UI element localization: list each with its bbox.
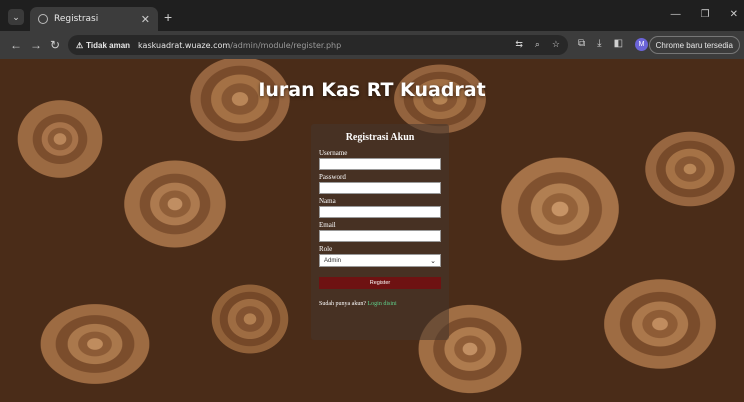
browser-toolbar: ← → ↻ ⚠ Tidak aman kaskuadrat.wuaze.com/a… [0,31,744,59]
nama-input[interactable] [319,206,441,218]
password-label: Password [319,173,346,181]
restore-icon[interactable]: ❐ [701,9,710,20]
minimize-icon[interactable]: — [671,9,681,20]
toolbar-icons: ⧉ ⤓ ◧ M [578,38,649,51]
security-label: Tidak aman [86,40,131,50]
login-prompt-line: Sudah punya akun? Login disini [319,301,441,307]
chrome-update-button[interactable]: Chrome baru tersedia [648,36,740,54]
zoom-icon[interactable]: ⌕ [535,39,540,50]
browser-tab[interactable]: Registrasi ✕ [30,7,158,31]
tab-title: Registrasi [54,14,99,24]
browser-tab-bar: ⌄ Registrasi ✕ + — ❐ ✕ [0,0,744,31]
page-title: Iuran Kas RT Kuadrat [258,79,486,101]
profile-avatar[interactable]: M [635,38,649,51]
email-input[interactable] [319,230,441,242]
password-input[interactable] [319,182,441,194]
extensions-icon[interactable]: ⧉ [578,38,585,51]
warning-icon: ⚠ [76,40,84,50]
tab-search-icon[interactable]: ⌄ [8,9,24,25]
globe-icon [38,14,48,24]
email-label: Email [319,221,336,229]
side-panel-icon[interactable]: ◧ [614,38,623,51]
new-tab-icon[interactable]: + [164,10,172,24]
window-controls: — ❐ ✕ [671,9,738,20]
login-prompt: Sudah punya akun? [319,301,366,307]
close-tab-icon[interactable]: ✕ [141,13,150,26]
role-label: Role [319,245,333,253]
omnibox-icons: ⇆ ⌕ ☆ [515,39,560,50]
reload-icon[interactable]: ↻ [50,38,60,52]
chevron-down-icon: ⌄ [430,257,436,265]
forward-icon[interactable]: → [30,38,42,52]
download-icon[interactable]: ⤓ [597,38,601,51]
url-path: /admin/module/register.php [230,40,342,50]
back-icon[interactable]: ← [10,38,22,52]
form-title: Registrasi Akun [345,132,415,143]
bookmark-star-icon[interactable]: ☆ [552,39,560,50]
role-select[interactable]: Admin ⌄ [319,254,441,267]
nama-label: Nama [319,197,336,205]
register-button[interactable]: Register [319,277,441,289]
role-selected-value: Admin [324,257,342,264]
close-window-icon[interactable]: ✕ [730,9,738,20]
username-input[interactable] [319,158,441,170]
login-link[interactable]: Login disini [368,301,397,307]
page-background: Iuran Kas RT Kuadrat Registrasi Akun Use… [0,59,744,402]
register-card: Registrasi Akun Username Password Nama E… [311,124,449,340]
address-bar[interactable]: ⚠ Tidak aman kaskuadrat.wuaze.com/admin/m… [68,35,568,55]
translate-icon[interactable]: ⇆ [515,39,523,50]
username-label: Username [319,149,348,157]
url-host: kaskuadrat.wuaze.com [138,40,231,50]
security-indicator[interactable]: ⚠ Tidak aman [76,41,130,50]
